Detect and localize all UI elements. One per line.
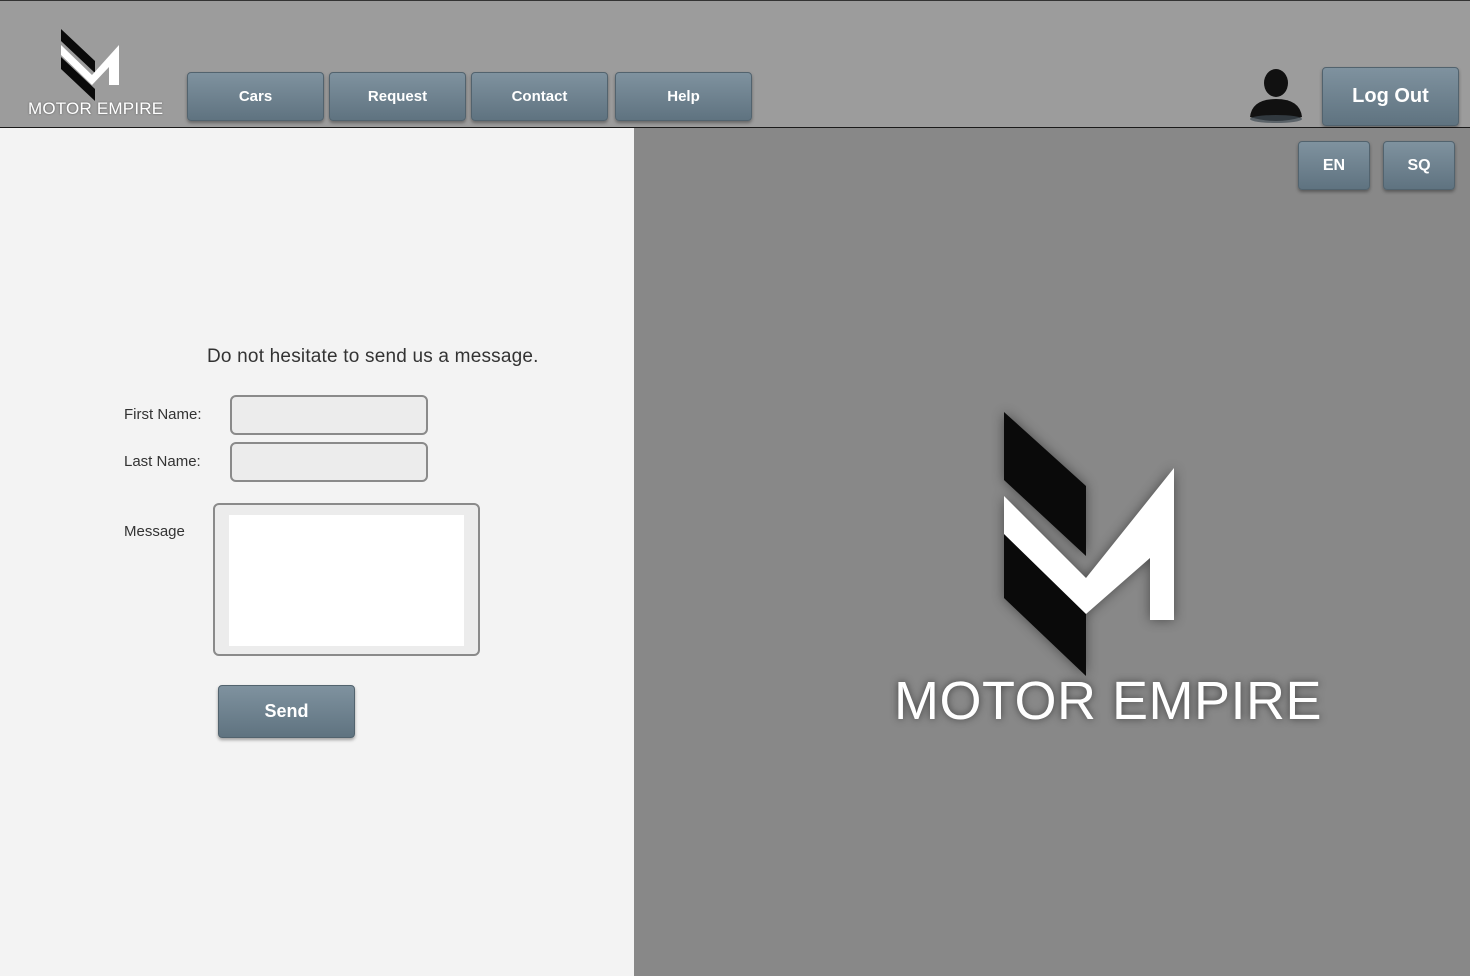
brand-name-large: MOTOR EMPIRE — [894, 671, 1323, 731]
nav-request-button[interactable]: Request — [329, 72, 466, 121]
message-textarea[interactable] — [229, 515, 464, 646]
contact-form-panel: Do not hesitate to send us a message. Fi… — [0, 128, 634, 976]
brand-logo: MOTOR EMPIRE — [28, 27, 164, 119]
nav-contact-button[interactable]: Contact — [471, 72, 608, 121]
first-name-input[interactable] — [230, 395, 428, 435]
message-field-frame — [213, 503, 480, 656]
brand-logo-large: MOTOR EMPIRE — [894, 408, 1323, 738]
message-label: Message — [124, 523, 185, 540]
brand-showcase-panel: EN SQ MOTOR EMPIRE — [634, 128, 1470, 976]
send-button[interactable]: Send — [218, 685, 355, 738]
motor-empire-large-logo-icon — [1004, 412, 1174, 676]
form-heading: Do not hesitate to send us a message. — [207, 346, 539, 367]
nav-help-button[interactable]: Help — [615, 72, 752, 121]
last-name-input[interactable] — [230, 442, 428, 482]
language-sq-button[interactable]: SQ — [1383, 141, 1455, 190]
brand-name: MOTOR EMPIRE — [28, 99, 164, 118]
nav-cars-button[interactable]: Cars — [187, 72, 324, 121]
last-name-label: Last Name: — [124, 453, 201, 470]
motor-empire-logo-icon — [61, 29, 119, 101]
logout-button[interactable]: Log Out — [1322, 67, 1459, 126]
language-en-button[interactable]: EN — [1298, 141, 1370, 190]
app-header: MOTOR EMPIRE Cars Request Contact Help L… — [0, 0, 1470, 128]
first-name-label: First Name: — [124, 406, 202, 423]
user-profile-icon[interactable] — [1246, 65, 1306, 125]
